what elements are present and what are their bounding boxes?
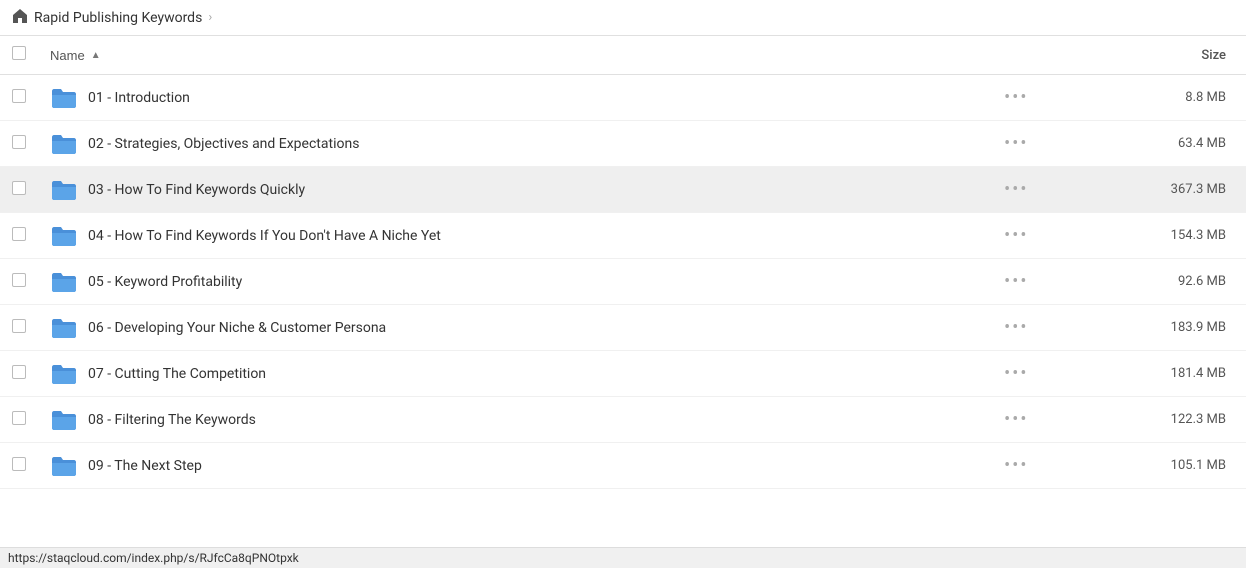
- table-row[interactable]: 08 - Filtering The Keywords ••• 122.3 MB: [0, 397, 1246, 443]
- table-row[interactable]: 01 - Introduction ••• 8.8 MB: [0, 75, 1246, 121]
- folder-icon: [50, 317, 78, 339]
- row-actions-cell: •••: [986, 121, 1046, 167]
- row-name-text: 03 - How To Find Keywords Quickly: [88, 182, 305, 198]
- row-name-text: 02 - Strategies, Objectives and Expectat…: [88, 136, 359, 152]
- row-name-cell: 07 - Cutting The Competition: [38, 351, 986, 397]
- row-size: 183.9 MB: [1046, 305, 1246, 351]
- row-size: 92.6 MB: [1046, 259, 1246, 305]
- table-row[interactable]: 06 - Developing Your Niche & Customer Pe…: [0, 305, 1246, 351]
- row-name-text: 05 - Keyword Profitability: [88, 274, 242, 290]
- row-name-text: 06 - Developing Your Niche & Customer Pe…: [88, 320, 386, 336]
- col-header-actions: [986, 36, 1046, 75]
- row-name-cell: 04 - How To Find Keywords If You Don't H…: [38, 213, 986, 259]
- folder-icon: [50, 133, 78, 155]
- row-checkbox-cell: [0, 397, 38, 443]
- row-checkbox-cell: [0, 305, 38, 351]
- breadcrumb-bar: Rapid Publishing Keywords ›: [0, 0, 1246, 36]
- row-checkbox[interactable]: [12, 181, 26, 195]
- home-icon[interactable]: [12, 8, 28, 28]
- select-all-checkbox[interactable]: [12, 46, 26, 60]
- row-context-menu-button[interactable]: •••: [998, 315, 1034, 340]
- folder-icon: [50, 179, 78, 201]
- row-checkbox-cell: [0, 259, 38, 305]
- row-size: 105.1 MB: [1046, 443, 1246, 489]
- row-context-menu-button[interactable]: •••: [998, 269, 1034, 294]
- row-checkbox-cell: [0, 213, 38, 259]
- folder-icon: [50, 271, 78, 293]
- table-row[interactable]: 04 - How To Find Keywords If You Don't H…: [0, 213, 1246, 259]
- row-context-menu-button[interactable]: •••: [998, 177, 1034, 202]
- row-checkbox-cell: [0, 167, 38, 213]
- row-checkbox-cell: [0, 121, 38, 167]
- row-name-text: 01 - Introduction: [88, 90, 190, 106]
- row-checkbox-cell: [0, 351, 38, 397]
- file-table: Name ▲ Size 01 - Introduction ••• 8.8 MB 0…: [0, 36, 1246, 489]
- breadcrumb-chevron-icon: ›: [208, 10, 212, 25]
- row-size: 63.4 MB: [1046, 121, 1246, 167]
- table-row[interactable]: 03 - How To Find Keywords Quickly ••• 367.…: [0, 167, 1246, 213]
- row-actions-cell: •••: [986, 305, 1046, 351]
- status-url: https://staqcloud.com/index.php/s/RJfcCa…: [8, 551, 299, 565]
- table-row[interactable]: 09 - The Next Step ••• 105.1 MB: [0, 443, 1246, 489]
- row-name-cell: 09 - The Next Step: [38, 443, 986, 489]
- row-checkbox[interactable]: [12, 365, 26, 379]
- row-size: 367.3 MB: [1046, 167, 1246, 213]
- row-actions-cell: •••: [986, 443, 1046, 489]
- row-checkbox[interactable]: [12, 89, 26, 103]
- row-name-cell: 03 - How To Find Keywords Quickly: [38, 167, 986, 213]
- row-name-text: 07 - Cutting The Competition: [88, 366, 266, 382]
- row-name-cell: 01 - Introduction: [38, 75, 986, 121]
- row-actions-cell: •••: [986, 259, 1046, 305]
- row-context-menu-button[interactable]: •••: [998, 85, 1034, 110]
- breadcrumb-title: Rapid Publishing Keywords: [34, 10, 202, 26]
- row-checkbox-cell: [0, 443, 38, 489]
- row-name-cell: 05 - Keyword Profitability: [38, 259, 986, 305]
- status-bar: https://staqcloud.com/index.php/s/RJfcCa…: [0, 547, 1246, 568]
- col-header-name[interactable]: Name ▲: [38, 36, 986, 75]
- row-context-menu-button[interactable]: •••: [998, 131, 1034, 156]
- row-name-text: 04 - How To Find Keywords If You Don't H…: [88, 228, 441, 244]
- row-name-text: 08 - Filtering The Keywords: [88, 412, 256, 428]
- row-context-menu-button[interactable]: •••: [998, 453, 1034, 478]
- folder-icon: [50, 455, 78, 477]
- folder-icon: [50, 87, 78, 109]
- row-actions-cell: •••: [986, 75, 1046, 121]
- row-size: 122.3 MB: [1046, 397, 1246, 443]
- row-size: 8.8 MB: [1046, 75, 1246, 121]
- row-actions-cell: •••: [986, 167, 1046, 213]
- table-row[interactable]: 05 - Keyword Profitability ••• 92.6 MB: [0, 259, 1246, 305]
- folder-icon: [50, 363, 78, 385]
- row-context-menu-button[interactable]: •••: [998, 223, 1034, 248]
- sort-by-name-button[interactable]: Name ▲: [50, 48, 101, 63]
- folder-icon: [50, 225, 78, 247]
- row-actions-cell: •••: [986, 351, 1046, 397]
- row-context-menu-button[interactable]: •••: [998, 361, 1034, 386]
- row-checkbox-cell: [0, 75, 38, 121]
- row-size: 154.3 MB: [1046, 213, 1246, 259]
- row-checkbox[interactable]: [12, 273, 26, 287]
- row-checkbox[interactable]: [12, 227, 26, 241]
- row-context-menu-button[interactable]: •••: [998, 407, 1034, 432]
- row-actions-cell: •••: [986, 213, 1046, 259]
- row-name-text: 09 - The Next Step: [88, 458, 202, 474]
- row-actions-cell: •••: [986, 397, 1046, 443]
- table-row[interactable]: 02 - Strategies, Objectives and Expectat…: [0, 121, 1246, 167]
- row-name-cell: 02 - Strategies, Objectives and Expectat…: [38, 121, 986, 167]
- row-checkbox[interactable]: [12, 135, 26, 149]
- row-size: 181.4 MB: [1046, 351, 1246, 397]
- col-header-check[interactable]: [0, 36, 38, 75]
- row-checkbox[interactable]: [12, 457, 26, 471]
- folder-icon: [50, 409, 78, 431]
- row-name-cell: 06 - Developing Your Niche & Customer Pe…: [38, 305, 986, 351]
- table-row[interactable]: 07 - Cutting The Competition ••• 181.4 MB: [0, 351, 1246, 397]
- row-checkbox[interactable]: [12, 411, 26, 425]
- row-name-cell: 08 - Filtering The Keywords: [38, 397, 986, 443]
- col-header-size: Size: [1046, 36, 1246, 75]
- row-checkbox[interactable]: [12, 319, 26, 333]
